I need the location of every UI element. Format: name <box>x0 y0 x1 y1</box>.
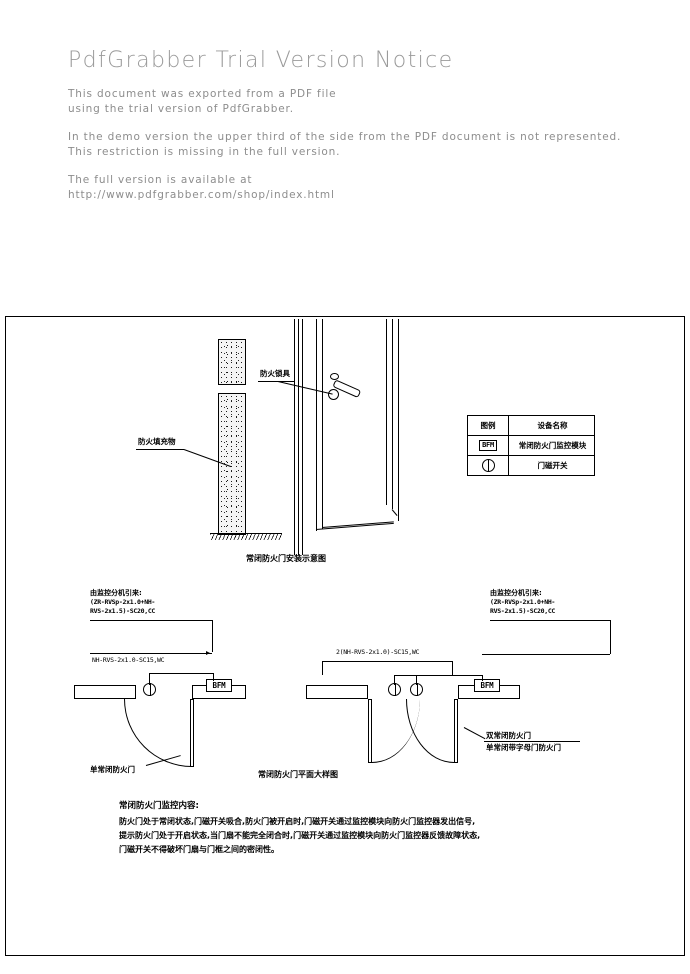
legend-symbol-cell: BFM <box>467 435 509 456</box>
label-fire-filler: 防火填充物 <box>138 437 176 446</box>
conduit-drop-module-right <box>482 675 483 681</box>
left-source-annotation: 由监控分机引来: (ZR-RVSp-2x1.0+NH- RVS-2x1.5)-S… <box>90 589 155 616</box>
wall-segment-upper <box>218 339 246 385</box>
door-panel-bottom <box>391 509 398 516</box>
note-line: 防火门处于常闭状态,门磁开关吸合,防火门被开启时,门磁开关通过监控模块向防火门监… <box>119 817 476 826</box>
conduit-drop-module-left <box>213 673 214 681</box>
annotation-title: 由监控分机引来: <box>490 589 542 597</box>
door-frame-line <box>294 319 295 555</box>
right-door-label-underline <box>484 741 580 742</box>
legend-name-magnet: 门磁开关 <box>508 455 595 476</box>
trial-notice-paragraph-3: The full version is available at http://… <box>68 173 678 203</box>
conduit-drop-magnet-left <box>149 673 150 685</box>
plan-caption: 常闭防火门平面大样图 <box>258 770 338 779</box>
drawing-canvas: 防火锁具 防火填充物 常闭防火门安装示意图 图例 设备名称 BFM 常闭防火门监… <box>6 317 684 955</box>
annotation-cable-line-2: RVS-2x1.5)-SC20,CC <box>490 607 556 615</box>
right-door-label-line-2: 单常闭带字母门防火门 <box>486 743 561 752</box>
legend-row-magnet: 门磁开关 <box>467 455 595 476</box>
left-door-label: 单常闭防火门 <box>90 765 135 774</box>
right-door-label-line-1: 双常闭防火门 <box>486 731 531 740</box>
door-panel-line <box>392 319 393 509</box>
door-panel-line <box>398 319 399 521</box>
notice-line: using the trial version of PdfGrabber. <box>68 103 294 115</box>
legend-table: 图例 设备名称 BFM 常闭防火门监控模块 门磁开关 <box>467 415 595 476</box>
notice-line: This restriction is missing in the full … <box>68 146 341 158</box>
notice-line: This document was exported from a PDF fi… <box>68 88 337 100</box>
leader-line-lock <box>277 381 333 395</box>
label-underline-lock <box>258 381 294 382</box>
drawing-sheet-border: 防火锁具 防火填充物 常闭防火门安装示意图 图例 设备名称 BFM 常闭防火门监… <box>5 316 685 956</box>
door-leaf-edge <box>322 319 323 529</box>
legend-header-symbol: 图例 <box>467 415 509 436</box>
notice-line: In the demo version the upper third of t… <box>68 131 622 143</box>
trial-notice-block: PdfGrabber Trial Version Notice This doc… <box>68 48 678 216</box>
lock-handle-hub-icon <box>328 389 339 400</box>
bfm-module-right: BFM <box>474 679 500 692</box>
elevation-caption: 常闭防火门安装示意图 <box>246 554 326 563</box>
ground-hatch <box>210 533 282 540</box>
center-cable-drop-left <box>322 661 323 675</box>
trial-notice-paragraph-2: In the demo version the upper third of t… <box>68 130 678 160</box>
conduit-drop-magnet-right-a <box>394 675 395 685</box>
plan-wall-right-outer <box>306 685 368 699</box>
annotation-title: 由监控分机引来: <box>90 589 142 597</box>
conduit-drop-magnet-right-b <box>416 675 417 685</box>
leader-line-right-door <box>463 727 486 740</box>
plan-wall-left-outer <box>74 685 136 699</box>
annotation-drop-right <box>610 620 611 654</box>
plan-swing-arc-right-b <box>406 699 454 763</box>
annotation-underline-right <box>490 620 610 621</box>
legend-header-row: 图例 设备名称 <box>467 415 595 436</box>
notice-line: The full version is available at <box>68 174 253 186</box>
lock-rose-icon <box>330 373 339 380</box>
monitoring-note-block: 常闭防火门监控内容: 防火门处于常闭状态,门磁开关吸合,防火门被开启时,门磁开关… <box>119 799 569 857</box>
door-magnet-switch-icon <box>481 459 495 472</box>
annotation-feed-right <box>482 654 610 655</box>
trial-notice-title: PdfGrabber Trial Version Notice <box>68 48 454 73</box>
note-line: 提示防火门处于开启状态,当门扇不能完全闭合时,门磁开关通过监控模块向防火门监控器… <box>119 831 481 840</box>
annotation-cable-line-2: RVS-2x1.5)-SC20,CC <box>90 607 156 615</box>
center-cable-drop-right <box>452 661 453 675</box>
conduit-run-right <box>394 675 482 676</box>
door-panel-line <box>386 319 387 505</box>
plan-swing-arc-left <box>124 699 192 767</box>
legend-name-module: 常闭防火门监控模块 <box>508 435 595 456</box>
left-cable-line <box>90 653 212 654</box>
legend-header-name: 设备名称 <box>508 415 595 436</box>
label-underline-filler <box>136 449 184 450</box>
right-source-annotation: 由监控分机引来: (ZR-RVSp-2x1.0+NH- RVS-2x1.5)-S… <box>490 589 555 616</box>
bfm-module-left: BFM <box>206 679 232 692</box>
pdfgrabber-shop-url[interactable]: http://www.pdfgrabber.com/shop/index.htm… <box>68 188 678 203</box>
legend-symbol-cell <box>467 455 509 476</box>
note-line: 门磁开关不得破坏门扇与门框之间的密闭性。 <box>119 845 279 854</box>
note-title: 常闭防火门监控内容: <box>119 801 199 811</box>
annotation-drop-left <box>212 620 213 652</box>
annotation-cable-line-1: (ZR-RVSp-2x1.0+NH- <box>90 598 156 606</box>
conduit-run-left <box>149 673 213 674</box>
door-frame-line <box>302 319 303 555</box>
center-cable-label: 2(NH-RVS-2x1.0)-SC15,WC <box>336 648 420 656</box>
center-cable-line <box>322 661 452 662</box>
door-jamb-line <box>316 319 317 531</box>
annotation-cable-line-1: (ZR-RVSp-2x1.0+NH- <box>490 598 556 606</box>
door-frame-line <box>298 319 299 555</box>
legend-row-module: BFM 常闭防火门监控模块 <box>467 435 595 456</box>
trial-notice-paragraph-1: This document was exported from a PDF fi… <box>68 87 678 117</box>
left-cable-label: NH-RVS-2x1.0-SC15,WC <box>92 656 165 664</box>
bfm-module-icon: BFM <box>479 440 497 451</box>
plan-door-leaf-right-b <box>454 699 458 763</box>
annotation-underline-left <box>90 620 212 621</box>
cable-arrow-icon <box>206 651 210 655</box>
label-fire-lock: 防火锁具 <box>260 369 290 378</box>
